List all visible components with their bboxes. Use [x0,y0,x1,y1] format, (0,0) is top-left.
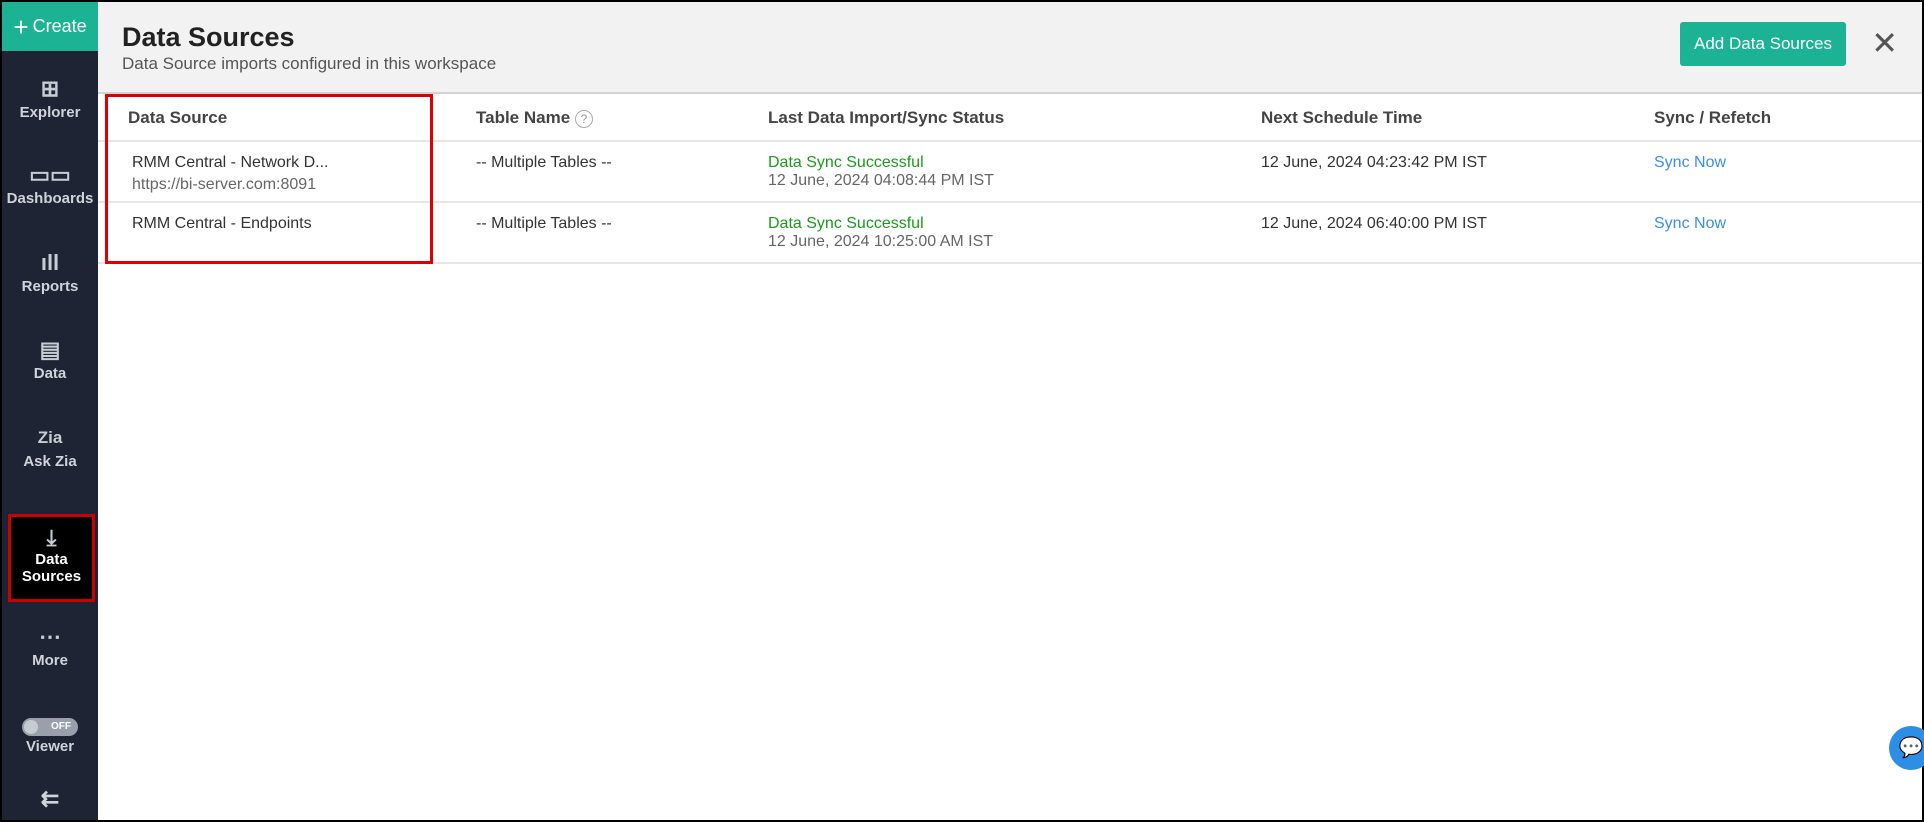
sidebar-item-label: Reports [21,278,79,295]
data-source-cell[interactable]: RMM Central - Endpoints [132,215,312,233]
ask-zia-icon: Zia [37,428,63,447]
plus-icon: + [13,11,29,42]
data-sources-icon: ⤓ [46,525,57,550]
data-source-name: RMM Central - Endpoints [132,215,312,232]
data-source-cell[interactable]: RMM Central - Network D... https://bi-ser… [132,154,328,194]
data-source-url: https://bi-server.com:8091 [132,176,317,193]
table-header: Data Source Table Name ? Last Data Impor… [98,94,1922,142]
close-icon[interactable]: ✕ [1871,24,1898,62]
sidebar-item-data-sources[interactable]: ⤓ Data Sources [8,514,95,602]
explorer-icon: ⊞ [40,76,60,101]
viewer-label: Viewer [25,738,75,755]
table-row[interactable]: RMM Central - Endpoints -- Multiple Tabl… [98,203,1922,264]
viewer-toggle-group: OFF Viewer [2,716,98,755]
page-subtitle: Data Source imports configured in this w… [122,54,497,73]
data-source-name: RMM Central - Network D... [132,154,329,171]
sidebar-item-dashboards[interactable]: ▭▭ Dashboards [2,160,98,207]
sidebar-item-reports[interactable]: ıll Reports [2,248,98,295]
sync-status: Data Sync Successful [768,215,924,232]
chat-icon[interactable]: 💬 [1889,726,1924,770]
sidebar-item-label: Data [33,365,67,382]
sync-status-cell: Data Sync Successful 12 June, 2024 04:08:… [768,154,994,190]
next-schedule-time: 12 June, 2024 06:40:00 PM IST [1261,215,1487,232]
sidebar-item-label: Sources [21,568,82,585]
create-button[interactable]: + Create [2,2,98,51]
column-header-table-name[interactable]: Table Name ? [476,108,593,128]
sidebar-item-label: More [32,652,68,669]
sidebar: + Create ⊞ Explorer ▭▭ Dashboards ıll Report… [2,2,98,820]
sidebar-item-label: Explorer [19,104,81,121]
collapse-sidebar-icon[interactable]: ⇇ [2,786,98,812]
sidebar-item-data[interactable]: ▤ Data [2,335,98,382]
reports-icon: ıll [40,250,60,275]
sync-now-link[interactable]: Sync Now [1654,215,1726,233]
dashboards-icon: ▭▭ [29,162,71,187]
table-name: -- Multiple Tables -- [476,154,612,171]
create-label: Create [32,16,87,36]
viewer-toggle[interactable]: OFF [22,718,78,736]
column-header-sync[interactable]: Sync / Refetch [1654,108,1771,128]
sidebar-item-label: Dashboards [6,190,94,207]
sync-status: Data Sync Successful [768,154,924,171]
help-icon[interactable]: ? [574,109,593,128]
page-header: Data Sources Data Source imports configu… [98,2,1922,94]
last-import-time: 12 June, 2024 04:08:44 PM IST [768,172,994,189]
next-schedule-time: 12 June, 2024 04:23:42 PM IST [1261,154,1487,171]
sync-now-link[interactable]: Sync Now [1654,154,1726,172]
sidebar-item-explorer[interactable]: ⊞ Explorer [2,74,98,121]
sync-status-cell: Data Sync Successful 12 June, 2024 10:25:… [768,215,993,251]
data-icon: ▤ [39,337,61,362]
sidebar-item-label: Ask Zia [23,453,77,470]
column-header-last-import[interactable]: Last Data Import/Sync Status [768,108,1004,128]
column-label: Table Name [476,108,571,127]
column-header-data-source[interactable]: Data Source [128,108,227,128]
table-name: -- Multiple Tables -- [476,215,612,232]
more-icon: ⋯ [39,624,61,649]
page-title: Data Sources [122,22,295,52]
last-import-time: 12 June, 2024 10:25:00 AM IST [768,233,994,250]
sidebar-item-more[interactable]: ⋯ More [2,622,98,669]
sidebar-item-ask-zia[interactable]: Zia Ask Zia [2,423,98,470]
table-row[interactable]: RMM Central - Network D... https://bi-ser… [98,142,1922,203]
main-panel: Data Sources Data Source imports configu… [98,2,1924,820]
column-header-next-schedule[interactable]: Next Schedule Time [1261,108,1422,128]
sidebar-item-label: Data [35,551,68,568]
add-data-sources-button[interactable]: Add Data Sources [1680,22,1846,66]
